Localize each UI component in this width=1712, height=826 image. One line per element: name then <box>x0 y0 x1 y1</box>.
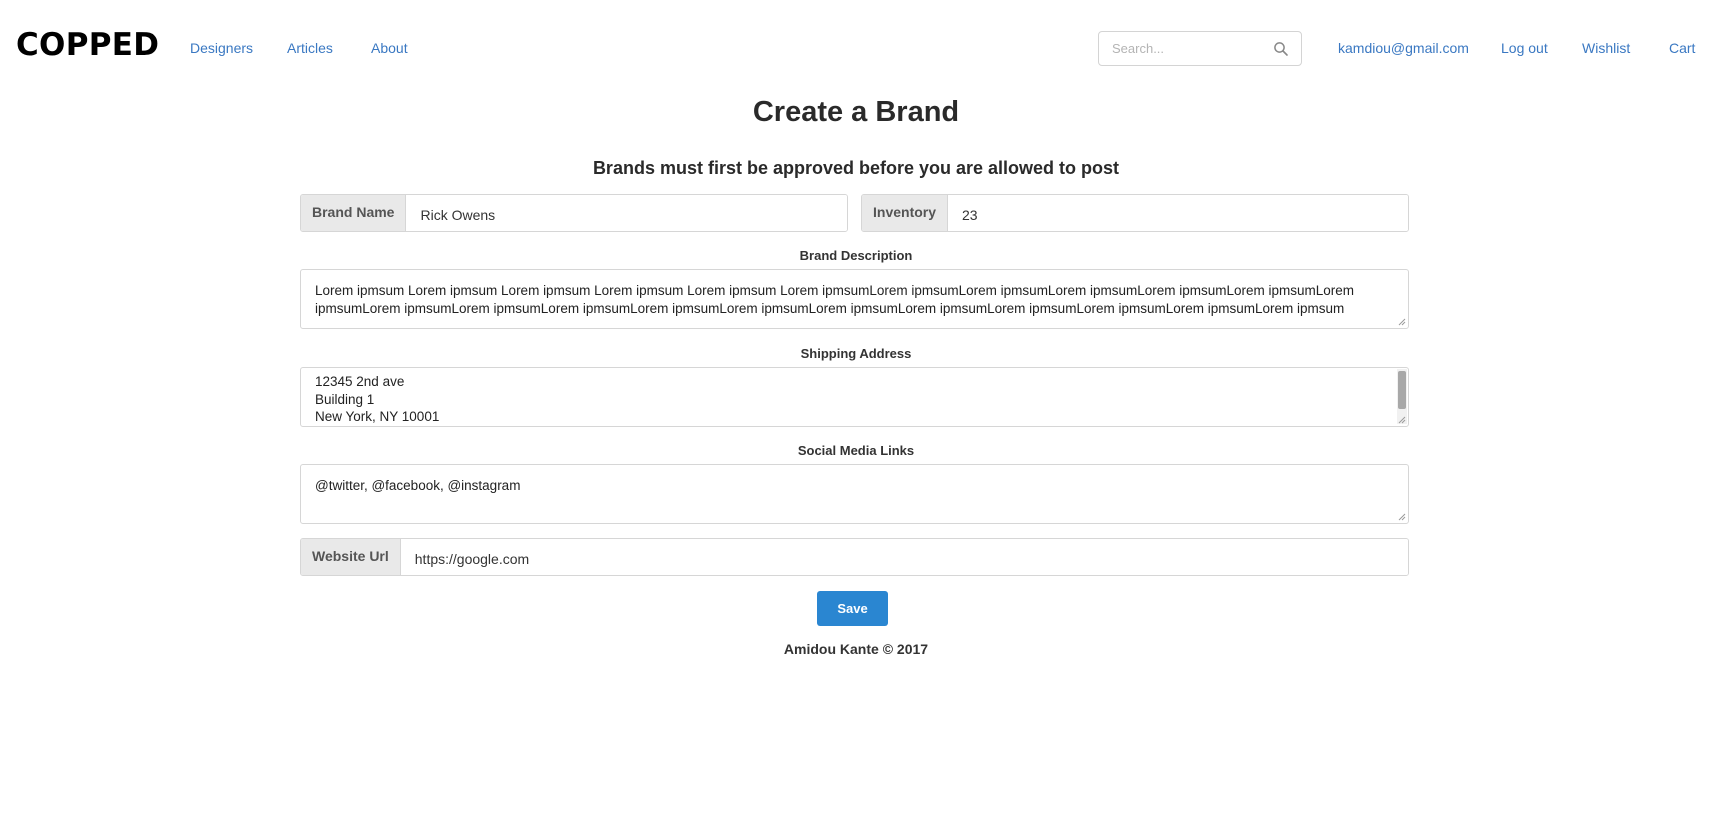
brand-description-textarea[interactable]: Lorem ipmsum Lorem ipmsum Lorem ipmsum L… <box>300 269 1409 329</box>
website-url-input[interactable] <box>400 539 1408 575</box>
navbar: COPPED Designers Articles About kamdiou@… <box>0 0 1712 95</box>
nav-link-about[interactable]: About <box>371 40 408 56</box>
shipping-line: New York, NY 10001 <box>315 409 440 424</box>
description-line: Lorem ipmsum Lorem ipmsum Lorem ipmsum L… <box>315 283 1355 298</box>
search-box <box>1098 31 1302 66</box>
shipping-line: 12345 2nd ave <box>315 374 405 389</box>
footer-copyright: Amidou Kante © 2017 <box>783 641 929 657</box>
inventory-input[interactable] <box>948 195 1408 231</box>
social-media-textarea[interactable]: @twitter, @facebook, @instagram <box>300 464 1409 524</box>
search-icon[interactable] <box>1273 41 1289 57</box>
resize-handle-icon[interactable] <box>1398 513 1406 521</box>
nav-link-articles[interactable]: Articles <box>287 40 333 56</box>
logo[interactable]: COPPED <box>16 27 159 63</box>
brand-name-input[interactable] <box>406 195 847 231</box>
user-email-link[interactable]: kamdiou@gmail.com <box>1338 40 1469 56</box>
social-media-label: Social Media Links <box>797 443 915 458</box>
brand-name-label: Brand Name <box>301 195 407 231</box>
social-media-value: @twitter, @facebook, @instagram <box>315 478 521 493</box>
shipping-address-label: Shipping Address <box>800 346 912 361</box>
page: COPPED Designers Articles About kamdiou@… <box>0 0 1712 826</box>
search-input[interactable] <box>1112 41 1272 56</box>
shipping-line: Building 1 <box>315 391 375 407</box>
inventory-group: Inventory <box>861 194 1409 232</box>
description-line: ipmsumLorem ipmsumLorem ipmsumLorem ipms… <box>315 300 1345 316</box>
wishlist-link[interactable]: Wishlist <box>1582 40 1630 56</box>
website-url-label: Website Url <box>301 539 401 575</box>
resize-handle-icon[interactable] <box>1398 416 1406 424</box>
logout-link[interactable]: Log out <box>1501 40 1548 56</box>
website-url-group: Website Url <box>300 538 1409 576</box>
inventory-label: Inventory <box>862 195 949 231</box>
cart-link[interactable]: Cart <box>1669 40 1695 56</box>
page-title: Create a Brand <box>752 96 960 128</box>
shipping-address-textarea[interactable]: 12345 2nd ave Building 1 New York, NY 10… <box>300 367 1409 427</box>
scrollbar-thumb[interactable] <box>1398 371 1406 409</box>
brand-name-group: Brand Name <box>300 194 848 232</box>
save-button[interactable]: Save <box>817 591 888 626</box>
nav-link-designers[interactable]: Designers <box>190 40 253 56</box>
resize-handle-icon[interactable] <box>1398 318 1406 326</box>
page-subtitle: Brands must first be approved before you… <box>592 158 1120 178</box>
brand-description-label: Brand Description <box>799 248 913 263</box>
